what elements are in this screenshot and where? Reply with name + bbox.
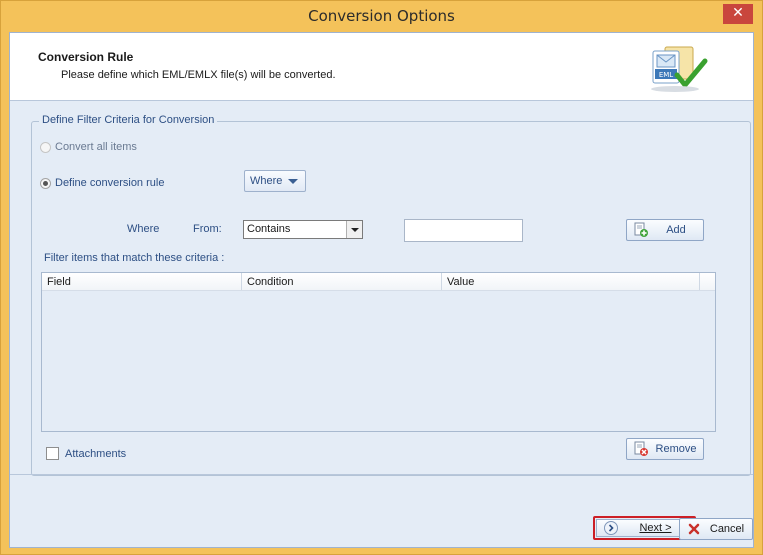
remove-document-icon xyxy=(634,441,648,456)
cancel-button[interactable]: Cancel xyxy=(679,518,753,540)
convert-all-items-label: Convert all items xyxy=(55,141,137,153)
attachments-label: Attachments xyxy=(65,447,127,460)
close-button[interactable]: ✕ xyxy=(723,4,753,24)
dropdown-arrow-icon[interactable] xyxy=(346,221,362,238)
add-button[interactable]: Add xyxy=(626,219,704,241)
where-label: Where xyxy=(127,223,160,235)
dialog-client-area: Conversion Rule Please define which EML/… xyxy=(9,32,754,548)
cancel-button-label: Cancel xyxy=(709,523,745,535)
attachments-checkbox[interactable] xyxy=(46,447,59,460)
define-conversion-rule-label: Define conversion rule xyxy=(55,177,165,189)
eml-icon-label: EML xyxy=(659,71,673,79)
condition-select-value: Contains xyxy=(247,223,291,235)
match-criteria-label: Filter items that match these criteria : xyxy=(44,252,225,264)
filter-criteria-group: Define Filter Criteria for Conversion Co… xyxy=(31,114,751,476)
window-title: Conversion Options xyxy=(308,7,455,25)
chevron-right-icon xyxy=(604,521,618,535)
convert-all-items-radio[interactable] xyxy=(40,141,51,153)
from-label: From: xyxy=(193,223,222,235)
header-title: Conversion Rule xyxy=(38,50,134,64)
where-dropdown-button[interactable]: Where xyxy=(244,170,306,192)
column-header-condition[interactable]: Condition xyxy=(242,273,442,290)
convert-all-items-option[interactable]: Convert all items xyxy=(40,141,137,153)
condition-select[interactable]: Contains xyxy=(243,220,363,239)
title-bar[interactable]: Conversion Options ✕ xyxy=(1,1,762,32)
filter-group-title: Define Filter Criteria for Conversion xyxy=(39,114,218,126)
define-conversion-rule-radio[interactable] xyxy=(40,177,51,189)
criteria-table[interactable]: Field Condition Value xyxy=(41,272,716,432)
cancel-x-icon xyxy=(688,523,700,535)
eml-conversion-icon: EML xyxy=(651,46,708,92)
chevron-down-icon xyxy=(288,179,298,184)
dialog-header: Conversion Rule Please define which EML/… xyxy=(10,33,753,101)
column-header-value[interactable]: Value xyxy=(442,273,700,290)
filter-value-input[interactable] xyxy=(404,219,523,242)
close-icon: ✕ xyxy=(732,5,744,21)
conversion-options-window: Conversion Options ✕ Conversion Rule Ple… xyxy=(0,0,763,555)
remove-button[interactable]: Remove xyxy=(626,438,704,460)
header-description: Please define which EML/EMLX file(s) wil… xyxy=(61,69,336,81)
add-document-icon xyxy=(634,222,648,237)
where-dropdown-label: Where xyxy=(250,175,283,187)
attachments-option[interactable]: Attachments xyxy=(46,447,126,460)
remove-button-label: Remove xyxy=(655,443,697,455)
define-conversion-rule-option[interactable]: Define conversion rule xyxy=(40,177,164,189)
column-header-field[interactable]: Field xyxy=(42,273,242,290)
footer-divider xyxy=(10,474,753,475)
criteria-table-header: Field Condition Value xyxy=(42,273,715,291)
add-button-label: Add xyxy=(666,224,686,236)
